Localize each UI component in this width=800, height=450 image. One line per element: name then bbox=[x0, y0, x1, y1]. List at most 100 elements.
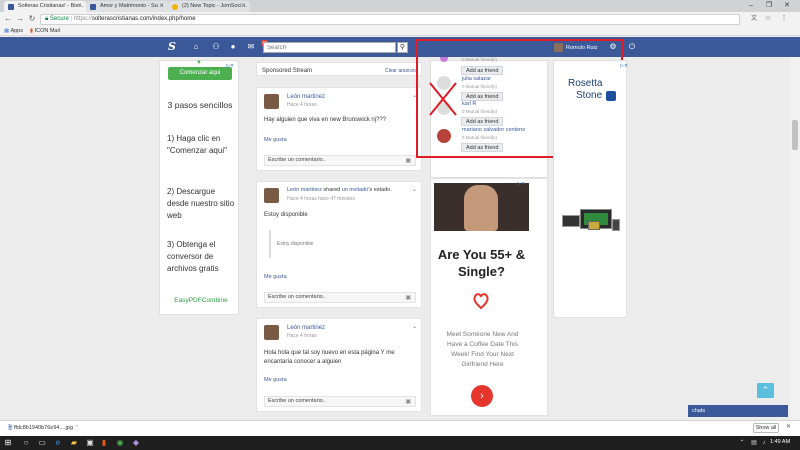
translate-icon[interactable]: 文 bbox=[748, 13, 760, 25]
download-filename: ffdc8b1940b76e94....jpg bbox=[13, 425, 73, 431]
people-icon[interactable]: ⚇ bbox=[209, 37, 223, 57]
clear-ad-link[interactable]: Clear anuncio bbox=[385, 68, 416, 74]
apps-grid-icon: ▦ bbox=[4, 28, 10, 34]
close-tab-icon[interactable]: ✕ bbox=[241, 3, 246, 9]
messages-icon[interactable]: ✉ bbox=[244, 37, 258, 57]
post-card: León martinez shared un invitado's estad… bbox=[256, 181, 422, 308]
post-time[interactable]: Hace 4 horas bbox=[287, 333, 317, 339]
close-tab-icon[interactable]: ✕ bbox=[159, 3, 164, 9]
share-line: León martinez shared un invitado's estad… bbox=[287, 186, 417, 194]
comment-input[interactable]: Escribe un comentario.. ▣ bbox=[264, 292, 416, 303]
taskbar-clock[interactable]: 1:49 AM bbox=[770, 439, 790, 445]
task-view-icon[interactable]: ▭ bbox=[36, 437, 48, 449]
down-arrow-icon: ▼ bbox=[196, 60, 202, 66]
post-text: Hay alguien que viva en new Brunswick nj… bbox=[264, 117, 387, 123]
search-input[interactable] bbox=[263, 42, 396, 53]
url-input[interactable]: 🔒︎ Secure | https://solterascristianas.c… bbox=[40, 14, 740, 25]
tab-title: (2) New Topic - JomSoci… bbox=[182, 3, 247, 9]
chat-bar[interactable]: chats bbox=[688, 405, 788, 417]
ad-step-2: 2) Descargue desde nuestro sitio web bbox=[167, 187, 235, 220]
chevron-up-icon[interactable]: ⌃ bbox=[74, 425, 79, 431]
search-icon[interactable]: ○ bbox=[20, 437, 32, 449]
volume-icon[interactable]: ♪ bbox=[758, 437, 770, 449]
tab-favicon bbox=[90, 4, 96, 10]
post-text: Estoy disponible bbox=[264, 212, 308, 218]
site-logo[interactable]: S bbox=[165, 37, 179, 57]
post-time[interactable]: Hace 4 horas bbox=[287, 102, 317, 108]
search-icon: ⚲ bbox=[399, 44, 406, 51]
comment-input[interactable]: Escribe un comentario.. ▣ bbox=[264, 396, 416, 407]
comment-input[interactable]: Escribe un comentario.. ▣ bbox=[264, 155, 416, 166]
file-explorer-icon[interactable]: ▰ bbox=[68, 437, 80, 449]
download-item[interactable]: 🗎︎ ffdc8b1940b76e94....jpg ⌃ bbox=[8, 423, 79, 433]
close-download-icon[interactable]: ✕ bbox=[786, 423, 791, 430]
rosetta-ad[interactable]: Rosetta Stone ▷✕ bbox=[553, 60, 628, 318]
windows-start-icon[interactable]: ⊞ bbox=[2, 437, 14, 449]
scroll-top-button[interactable]: ⌃ bbox=[757, 383, 774, 398]
post-author[interactable]: León martinez bbox=[287, 187, 322, 193]
sponsored-stream-title: Sponsored Stream bbox=[262, 68, 313, 74]
search-button[interactable]: ⚲ bbox=[397, 42, 408, 53]
post-time[interactable]: Hace 4 horas hace 47 minutes bbox=[287, 196, 355, 202]
scrollbar[interactable] bbox=[790, 57, 800, 420]
chevron-down-icon[interactable]: ⌄ bbox=[412, 323, 417, 330]
camera-icon[interactable]: ▣ bbox=[405, 398, 411, 407]
tab-new-topic[interactable]: (2) New Topic - JomSoci… ✕ bbox=[168, 1, 250, 12]
comment-placeholder: Escribe un comentario.. bbox=[268, 294, 326, 300]
reload-icon[interactable]: ↻ bbox=[26, 13, 38, 25]
scrollbar-thumb[interactable] bbox=[792, 120, 798, 150]
back-icon[interactable]: ← bbox=[2, 13, 14, 25]
tab-amor[interactable]: Amor y Matrimonio - So… ✕ bbox=[86, 1, 168, 12]
post-card: León martinez Hace 4 horas ⌄ Hay alguien… bbox=[256, 87, 422, 171]
app-icon[interactable]: ◆ bbox=[130, 437, 142, 449]
like-link[interactable]: Me gusta bbox=[264, 377, 287, 383]
tray-arrow-icon[interactable]: ⌃ bbox=[736, 437, 748, 449]
post-author[interactable]: León martinez bbox=[287, 94, 325, 100]
avatar[interactable] bbox=[264, 188, 279, 203]
tab-solteras[interactable]: Solteras Cristianas! - Bie… ✕ bbox=[4, 1, 86, 12]
heart-logo-icon bbox=[473, 293, 489, 310]
camera-icon[interactable]: ▣ bbox=[405, 157, 411, 166]
close-tab-icon[interactable]: ✕ bbox=[77, 3, 82, 9]
phone-shape bbox=[612, 219, 620, 231]
office-icon: ▮ bbox=[30, 28, 34, 34]
tab-title: Solteras Cristianas! - Bie… bbox=[18, 3, 85, 9]
ad-choices-icon[interactable]: ▷✕ bbox=[226, 63, 234, 69]
chrome-icon[interactable]: ◉ bbox=[114, 437, 126, 449]
chevron-right-icon[interactable]: › bbox=[471, 385, 493, 407]
post-author[interactable]: León martinez bbox=[287, 325, 325, 331]
forward-icon[interactable]: → bbox=[14, 13, 26, 25]
camera-icon[interactable]: ▣ bbox=[405, 294, 411, 303]
like-link[interactable]: Me gusta bbox=[264, 274, 287, 280]
edge-icon[interactable]: e bbox=[52, 437, 64, 449]
home-icon[interactable]: ⌂ bbox=[189, 37, 203, 57]
avatar[interactable] bbox=[264, 94, 279, 109]
show-all-button[interactable]: Show all bbox=[753, 423, 779, 433]
maximize-icon[interactable]: ❐ bbox=[762, 0, 776, 12]
chevron-down-icon[interactable]: ⌄ bbox=[412, 186, 417, 193]
rosetta-line1: Rosetta bbox=[568, 78, 603, 89]
minimize-icon[interactable]: – bbox=[744, 0, 758, 12]
post-text: Hola hola que tal soy nuevo en esta pági… bbox=[264, 350, 395, 365]
lock-icon: 🔒︎ bbox=[45, 16, 49, 22]
post-card: León martinez Hace 4 horas ⌄ Hola hola q… bbox=[256, 318, 422, 412]
menu-icon[interactable]: ⋮ bbox=[778, 13, 790, 25]
power-icon[interactable]: ⏻ bbox=[625, 37, 639, 57]
invitado-link[interactable]: un invitado bbox=[342, 187, 369, 193]
avatar[interactable] bbox=[264, 325, 279, 340]
store-icon[interactable]: ▣ bbox=[84, 437, 96, 449]
like-link[interactable]: Me gusta bbox=[264, 137, 287, 143]
bookmark-label: ICON Mail bbox=[34, 28, 60, 34]
left-ad[interactable]: Comenzar aqui ▼ ▷✕ 3 pasos sencillos 1) … bbox=[159, 60, 239, 315]
star-icon[interactable]: ☆ bbox=[762, 13, 774, 25]
close-window-icon[interactable]: ✕ bbox=[780, 0, 794, 12]
bookmark-label: Apps bbox=[10, 28, 23, 34]
office-icon[interactable]: ▮ bbox=[98, 437, 110, 449]
bookmark-icon-mail[interactable]: ▮ ICON Mail bbox=[30, 27, 60, 35]
user-icon[interactable]: ● bbox=[226, 37, 240, 57]
bookmark-apps[interactable]: ▦ Apps bbox=[4, 27, 23, 35]
comenzar-button[interactable]: Comenzar aqui bbox=[168, 67, 232, 80]
new-tab-button[interactable] bbox=[250, 1, 264, 12]
ad-choices-icon[interactable]: ▷✕ bbox=[620, 63, 628, 69]
ad-choices-icon[interactable]: ▷✕ bbox=[517, 181, 525, 187]
